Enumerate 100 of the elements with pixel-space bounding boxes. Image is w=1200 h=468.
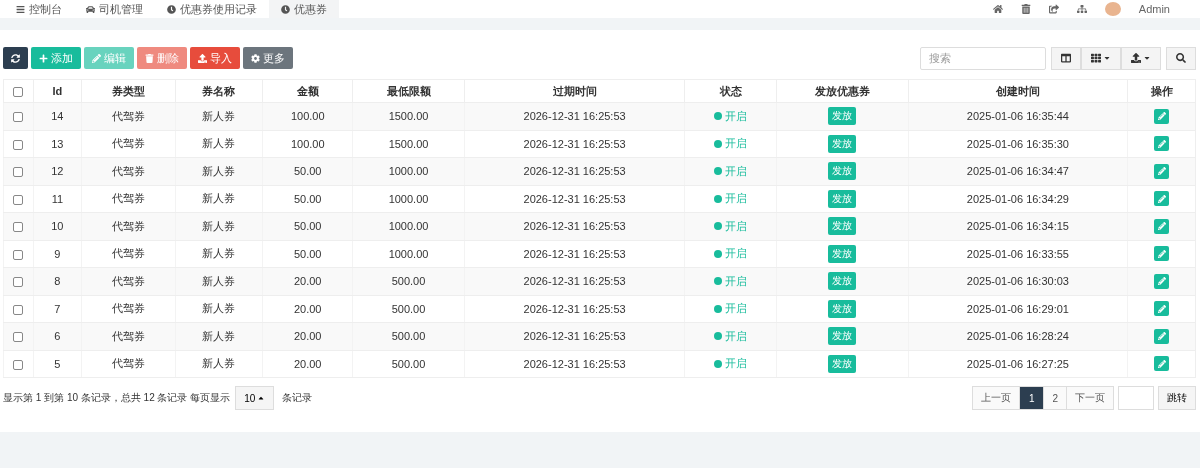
pagination-button[interactable]: 上一页 — [971, 386, 1020, 410]
row-checkbox[interactable] — [13, 332, 24, 343]
import-button[interactable]: 导入 — [190, 47, 240, 69]
table-cell: 1500.00 — [352, 102, 465, 130]
page-size-dropdown[interactable]: 10 — [235, 386, 275, 410]
edit-button[interactable] — [1154, 328, 1170, 344]
tab-icon — [167, 4, 176, 14]
more-button[interactable]: 更多 — [243, 47, 293, 69]
pagination-suffix: 条记录 — [282, 391, 313, 405]
column-header[interactable]: 发放优惠券 — [776, 79, 909, 103]
column-header[interactable]: Id — [33, 79, 82, 103]
upload-icon — [1131, 53, 1141, 63]
edit-button[interactable] — [1154, 136, 1170, 152]
pencil-icon — [1157, 194, 1166, 203]
table-cell: 2026-12-31 16:25:53 — [464, 212, 685, 240]
upload-icon — [198, 53, 207, 63]
table-cell: 2025-01-06 16:34:47 — [908, 157, 1128, 185]
status-dot — [714, 139, 723, 148]
table-cell: 6 — [33, 322, 82, 350]
table-cell: 50.00 — [262, 212, 353, 240]
user-avatar[interactable] — [1104, 2, 1121, 16]
row-checkbox[interactable] — [13, 194, 24, 205]
home-icon[interactable] — [992, 4, 1003, 14]
table-cell: 500.00 — [352, 350, 465, 378]
edit-button[interactable] — [1154, 273, 1170, 289]
column-header[interactable]: 操作 — [1127, 79, 1196, 103]
pencil-icon — [1157, 304, 1166, 313]
status-label: 开启 — [714, 246, 748, 262]
column-header[interactable]: 状态 — [684, 79, 777, 103]
table-cell: 代驾券 — [81, 212, 176, 240]
table-cell: 2025-01-06 16:30:03 — [908, 267, 1128, 295]
edit-button[interactable] — [1154, 246, 1170, 262]
edit-button[interactable] — [1154, 163, 1170, 179]
search-icon — [1176, 53, 1186, 63]
toggle-view-button[interactable] — [1051, 46, 1081, 70]
pagination-button[interactable]: 1 — [1018, 386, 1045, 410]
table-cell: 2026-12-31 16:25:53 — [464, 350, 685, 378]
columns-button[interactable] — [1081, 46, 1121, 70]
edit-button[interactable] — [1154, 356, 1170, 372]
edit-button[interactable] — [1154, 301, 1170, 317]
table-cell: 2025-01-06 16:34:29 — [908, 185, 1128, 213]
share-icon[interactable] — [1048, 4, 1059, 14]
row-checkbox[interactable] — [13, 112, 24, 123]
tab-icon — [16, 4, 25, 14]
page-number-field[interactable] — [1118, 386, 1154, 410]
export-button[interactable] — [1121, 46, 1161, 70]
status-dot — [714, 222, 723, 231]
row-checkbox[interactable] — [13, 139, 24, 150]
table-cell: 20.00 — [262, 295, 353, 323]
table-cell: 50.00 — [262, 157, 353, 185]
status-dot — [714, 332, 723, 341]
column-header[interactable]: 最低限额 — [352, 79, 465, 103]
column-header[interactable]: 券类型 — [81, 79, 176, 103]
table-cell: 2026-12-31 16:25:53 — [464, 240, 685, 268]
trash-icon[interactable] — [1020, 4, 1031, 14]
tab-icon — [86, 4, 95, 14]
search-button[interactable] — [1166, 46, 1196, 70]
row-checkbox[interactable] — [13, 304, 24, 315]
plus-icon — [39, 53, 48, 63]
jump-button[interactable]: 跳转 — [1158, 386, 1196, 410]
table-cell: 代驾券 — [81, 240, 176, 268]
status-dot — [714, 112, 723, 121]
table-cell: 7 — [33, 295, 82, 323]
edit-button[interactable] — [1154, 191, 1170, 207]
table-cell: 2026-12-31 16:25:53 — [464, 130, 685, 158]
edit-button[interactable] — [1154, 218, 1170, 234]
nav-tab[interactable]: 优惠券 — [269, 0, 339, 18]
table-cell: 5 — [33, 350, 82, 378]
search-field[interactable]: 搜索 — [920, 46, 1046, 70]
status-dot — [714, 304, 723, 313]
pencil-icon — [92, 53, 101, 63]
row-checkbox[interactable] — [13, 359, 24, 370]
table-cell: 代驾券 — [81, 185, 176, 213]
tab-icon — [281, 4, 290, 14]
refresh-button[interactable] — [3, 47, 28, 69]
table-cell: 新人券 — [175, 157, 263, 185]
table-cell: 20.00 — [262, 322, 353, 350]
nav-tab[interactable]: 优惠券使用记录 — [155, 0, 269, 18]
sitemap-icon[interactable] — [1076, 4, 1087, 14]
column-header[interactable]: 金额 — [262, 79, 353, 103]
pencil-icon — [1157, 112, 1166, 121]
row-checkbox[interactable] — [13, 249, 24, 260]
grid-icon — [1091, 53, 1101, 63]
table-cell: 2026-12-31 16:25:53 — [464, 295, 685, 323]
table-cell: 2025-01-06 16:34:15 — [908, 212, 1128, 240]
row-checkbox[interactable] — [13, 277, 24, 288]
row-checkbox[interactable] — [13, 222, 24, 233]
table-cell: 10 — [33, 212, 82, 240]
row-checkbox[interactable] — [13, 167, 24, 178]
edit-button[interactable] — [1154, 108, 1170, 124]
pagination-button[interactable]: 2 — [1043, 386, 1067, 410]
nav-tab[interactable]: 司机管理 — [74, 0, 155, 18]
nav-tab[interactable]: 控制台 — [4, 0, 74, 18]
pagination-button[interactable]: 下一页 — [1066, 386, 1114, 410]
column-header[interactable]: 创建时间 — [908, 79, 1128, 103]
pencil-icon — [1157, 359, 1166, 368]
user-name[interactable]: Admin — [1138, 3, 1170, 15]
column-header[interactable]: 过期时间 — [464, 79, 685, 103]
select-all-checkbox[interactable] — [13, 87, 24, 98]
column-header[interactable]: 券名称 — [175, 79, 263, 103]
